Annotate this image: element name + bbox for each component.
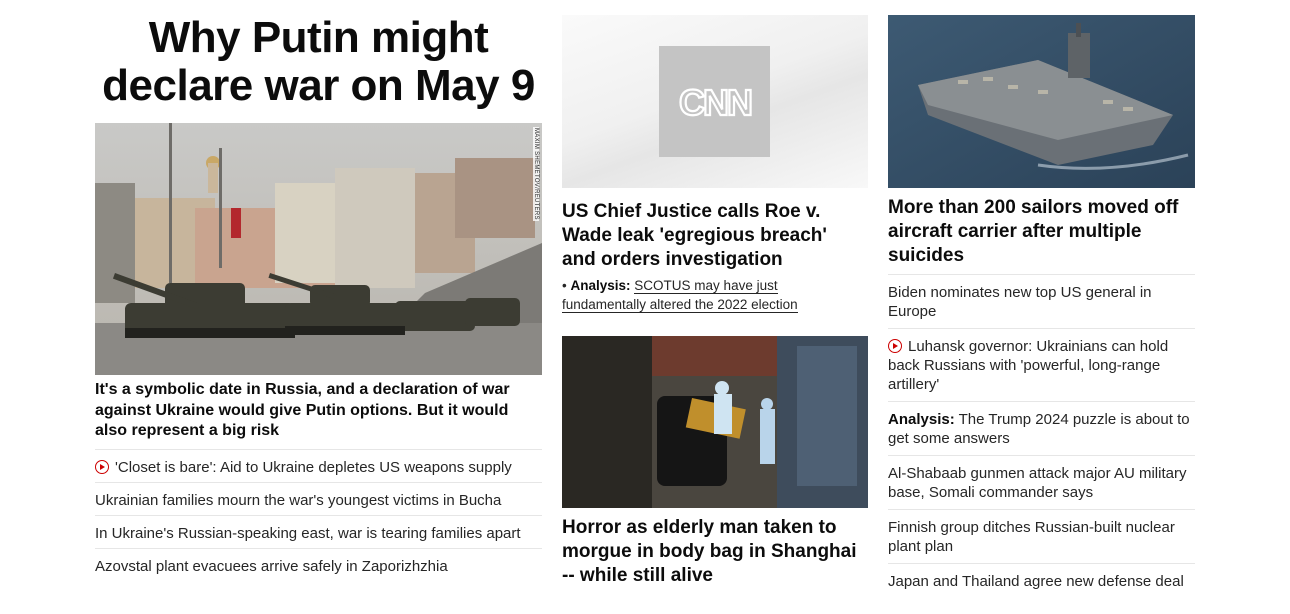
story-title-shanghai[interactable]: Horror as elderly man taken to morgue in… xyxy=(562,516,868,588)
carrier-photo xyxy=(888,15,1195,188)
list-item-text: Japan and Thailand agree new defense dea… xyxy=(888,573,1184,590)
list-item[interactable]: In Ukraine's Russian-speaking east, war … xyxy=(95,515,542,548)
cnn-placeholder-image[interactable]: CNN xyxy=(562,15,868,188)
lead-caption[interactable]: It's a symbolic date in Russia, and a de… xyxy=(95,380,535,442)
cnn-logo-mark: CNN xyxy=(677,82,753,122)
shanghai-photo xyxy=(562,336,868,508)
list-item-text: Luhansk governor: Ukrainians can hold ba… xyxy=(888,338,1169,393)
story-title-roe-leak[interactable]: US Chief Justice calls Roe v. Wade leak … xyxy=(562,200,862,272)
list-item[interactable]: Japan and Thailand agree new defense dea… xyxy=(888,563,1195,598)
analysis-label: Analysis: xyxy=(888,411,955,428)
story-title-sailors[interactable]: More than 200 sailors moved off aircraft… xyxy=(888,196,1188,268)
analysis-label: Analysis: xyxy=(570,278,631,293)
analysis-link[interactable]: • Analysis: SCOTUS may have just fundame… xyxy=(562,276,862,314)
list-item[interactable]: Biden nominates new top US general in Eu… xyxy=(888,274,1195,328)
list-item[interactable]: 'Closet is bare': Aid to Ukraine deplete… xyxy=(95,449,542,482)
video-play-icon xyxy=(888,339,902,353)
lead-image-tanks-parade[interactable]: MAXIM SHEMETOV/REUTERS xyxy=(95,123,542,375)
list-item[interactable]: Finnish group ditches Russian-built nucl… xyxy=(888,509,1195,563)
list-item-text: Ukrainian families mourn the war's young… xyxy=(95,492,502,509)
list-item[interactable]: Analysis: The Trump 2024 puzzle is about… xyxy=(888,401,1195,455)
list-item-text: Biden nominates new top US general in Eu… xyxy=(888,284,1152,320)
list-item[interactable]: Luhansk governor: Ukrainians can hold ba… xyxy=(888,328,1195,401)
bullet: • xyxy=(562,278,567,293)
cnn-logo-text: CNN xyxy=(679,82,751,122)
photo-credit: MAXIM SHEMETOV/REUTERS xyxy=(533,127,539,221)
list-item-text: Azovstal plant evacuees arrive safely in… xyxy=(95,558,448,575)
video-play-icon xyxy=(95,460,109,474)
list-item[interactable]: Al-Shabaab gunmen attack major AU milita… xyxy=(888,455,1195,509)
right-links-list: Biden nominates new top US general in Eu… xyxy=(888,274,1195,598)
tanks-photo xyxy=(95,123,542,375)
lead-story: Why Putin might declare war on May 9 MAX… xyxy=(95,0,542,575)
lead-headline[interactable]: Why Putin might declare war on May 9 xyxy=(95,14,542,110)
list-item-text: Al-Shabaab gunmen attack major AU milita… xyxy=(888,465,1187,501)
cnn-logo-icon: CNN xyxy=(659,46,770,157)
list-item-text: Finnish group ditches Russian-built nucl… xyxy=(888,519,1175,555)
list-item[interactable]: Ukrainian families mourn the war's young… xyxy=(95,482,542,515)
list-item-text: In Ukraine's Russian-speaking east, war … xyxy=(95,525,521,542)
shanghai-story-image[interactable] xyxy=(562,336,868,508)
related-links-list: 'Closet is bare': Aid to Ukraine deplete… xyxy=(95,449,542,581)
aircraft-carrier-image[interactable] xyxy=(888,15,1195,188)
list-item-text: 'Closet is bare': Aid to Ukraine deplete… xyxy=(115,459,512,476)
list-item[interactable]: Azovstal plant evacuees arrive safely in… xyxy=(95,548,542,581)
